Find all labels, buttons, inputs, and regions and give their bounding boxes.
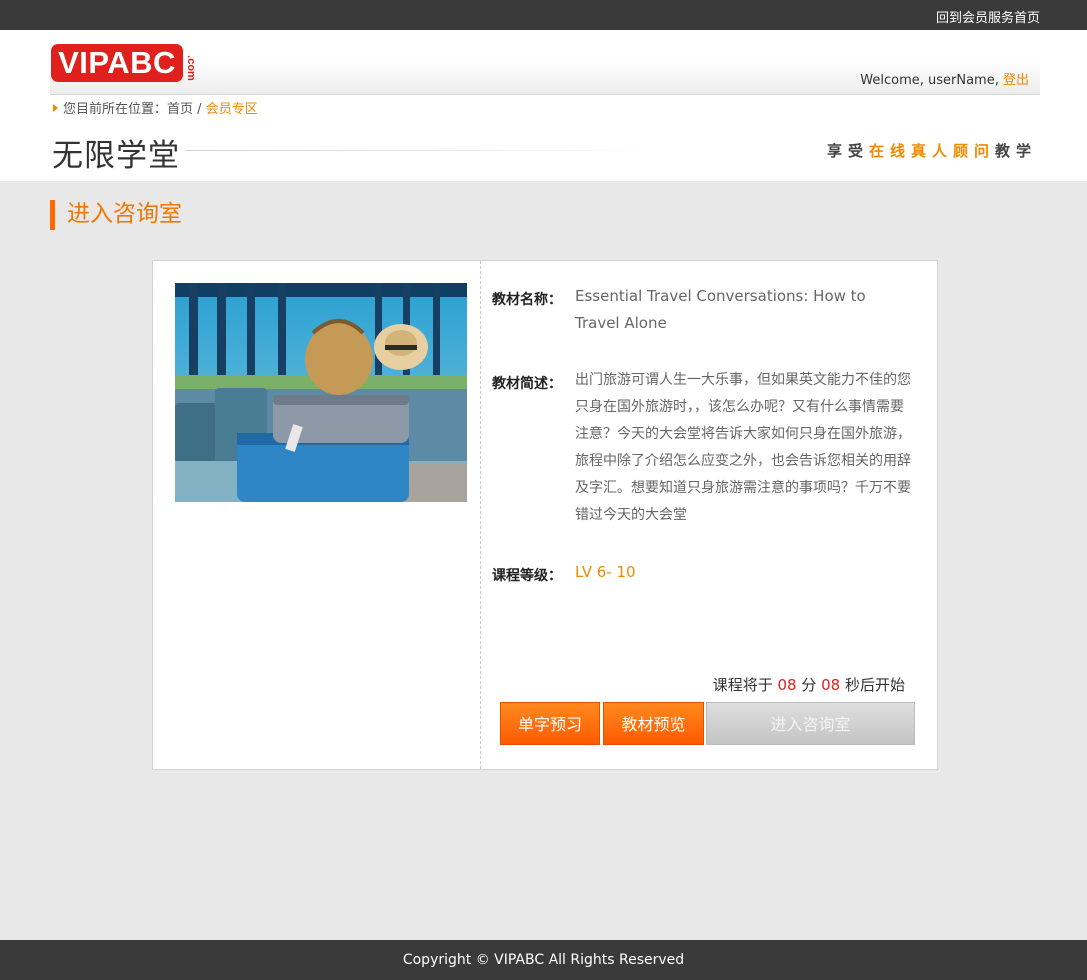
card-divider — [480, 261, 481, 769]
breadcrumb-arrow-icon — [53, 104, 58, 112]
header: VIPABC .com Welcome, userName, 登出 您目前所在位… — [0, 30, 1087, 181]
luggage-illustration — [175, 283, 467, 502]
course-level: LV 6- 10 — [575, 563, 636, 581]
countdown-prefix: 课程将于 — [712, 676, 778, 694]
course-card: 教材名称： Essential Travel Conversations: Ho… — [152, 260, 938, 770]
countdown-minute-unit: 分 — [796, 676, 822, 694]
member-home-link[interactable]: 回到会员服务首页 — [936, 7, 1040, 26]
breadcrumb-separator: / — [193, 102, 206, 117]
material-description-label: 教材简述： — [492, 376, 562, 392]
breadcrumb-prefix: 您目前所在位置： — [63, 102, 168, 117]
welcome-text: Welcome, userName, 登出 — [860, 69, 1029, 88]
top-bar: 回到会员服务首页 — [0, 0, 1087, 30]
enter-consultation-room-button[interactable]: 进入咨询室 — [706, 702, 915, 745]
countdown: 课程将于 08 分 08 秒后开始 — [713, 674, 905, 695]
countdown-seconds: 08 — [821, 676, 841, 694]
vipabc-logo[interactable]: VIPABC — [51, 44, 183, 82]
material-name: Essential Travel Conversations: How to T… — [575, 287, 866, 332]
material-preview-button[interactable]: 教材预览 — [603, 702, 704, 745]
breadcrumb: 您目前所在位置：首页 / 会员专区 — [53, 98, 258, 117]
section-title: 进入咨询室 — [50, 200, 182, 230]
slogan-highlight: 在线真人顾问 — [868, 142, 995, 160]
countdown-minutes: 08 — [777, 676, 797, 694]
logout-link[interactable]: 登出 — [1003, 73, 1029, 88]
slogan-part-a: 享受 — [826, 142, 869, 160]
site-title: 无限学堂 — [52, 138, 180, 174]
material-description: 出门旅游可谓人生一大乐事，但如果英文能力不佳的您只身在国外旅游时，，该怎么办呢？… — [575, 372, 911, 523]
logo-com-suffix: .com — [184, 55, 197, 81]
slogan: 享受在线真人顾问教学 — [827, 140, 1037, 161]
copyright-text: Copyright © VIPABC All Rights Reserved — [402, 952, 685, 968]
countdown-suffix: 秒后开始 — [840, 676, 905, 694]
breadcrumb-home-link[interactable]: 首页 — [167, 102, 193, 117]
course-image — [175, 283, 467, 502]
welcome-prefix: Welcome, userName, — [860, 73, 1003, 88]
footer: Copyright © VIPABC All Rights Reserved — [0, 940, 1087, 980]
material-name-label: 教材名称： — [492, 292, 562, 308]
course-level-label: 课程等级： — [492, 568, 562, 584]
vocab-preview-button[interactable]: 单字预习 — [500, 702, 600, 745]
slogan-part-c: 教学 — [994, 142, 1037, 160]
title-divider — [185, 150, 655, 151]
breadcrumb-current: 会员专区 — [205, 102, 258, 117]
